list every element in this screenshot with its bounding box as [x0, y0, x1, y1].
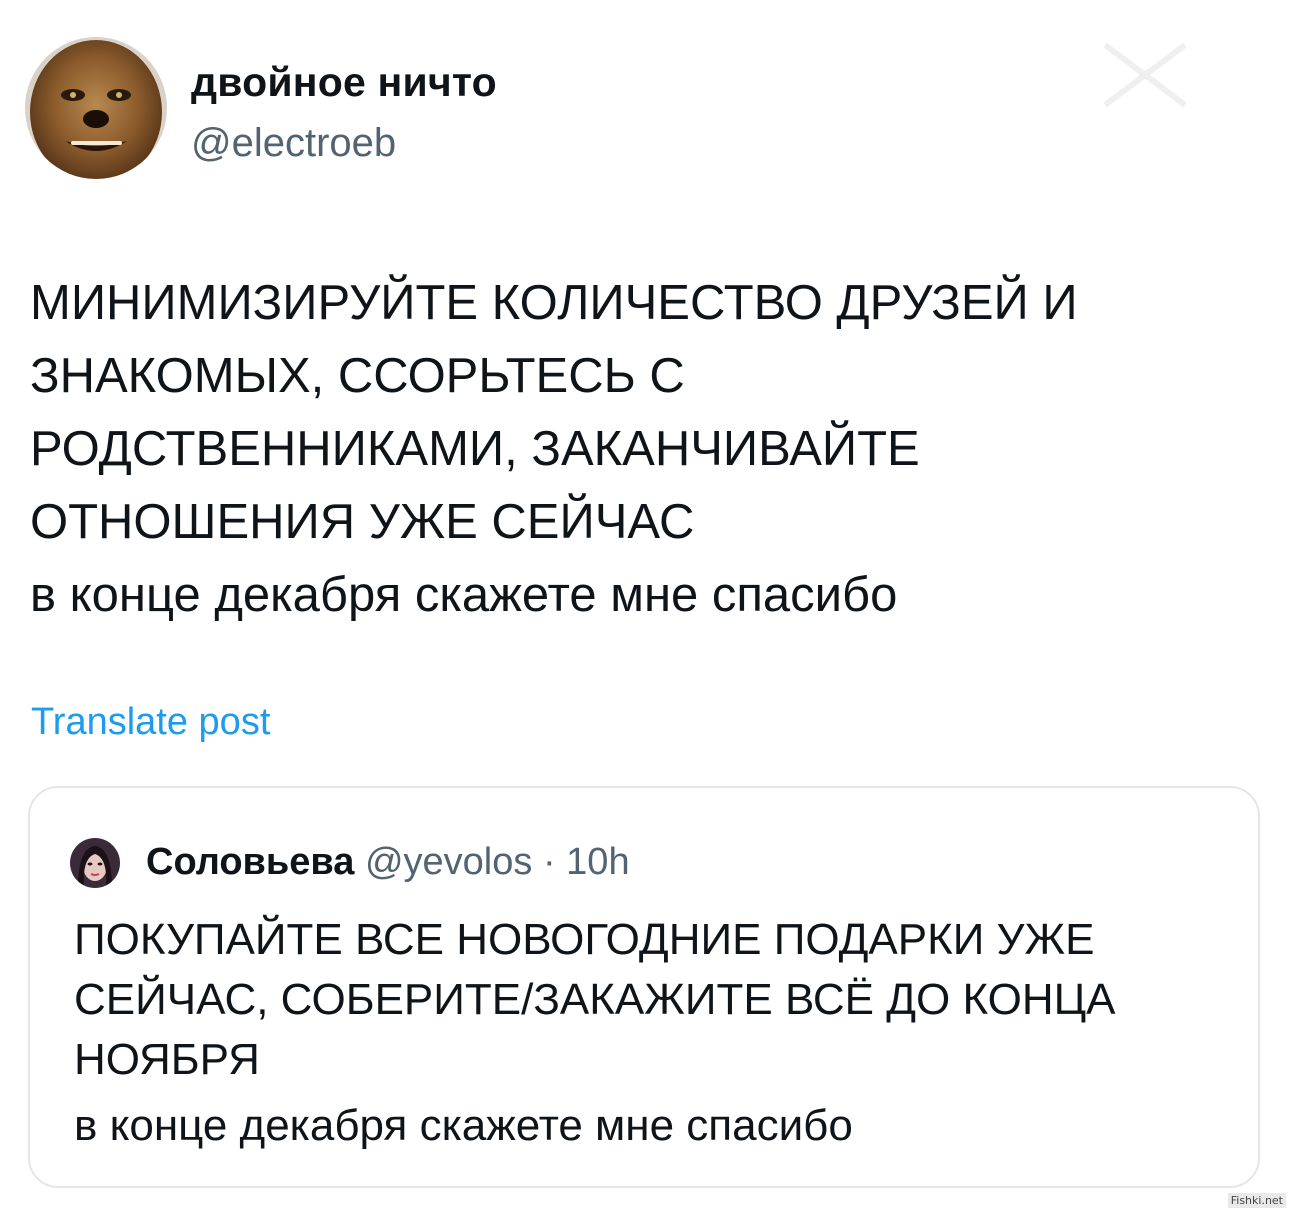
author-name[interactable]: двойное ничто: [191, 57, 497, 107]
post-text-tail: в конце декабря скажете мне спасибо: [30, 568, 898, 622]
quoted-author-name[interactable]: Соловьева: [146, 841, 354, 883]
author-avatar[interactable]: [25, 37, 167, 179]
watermark: Fishki.net: [1227, 1193, 1286, 1208]
post-text: МИНИМИЗИРУЙТЕ КОЛИЧЕСТВО ДРУЗЕЙ И ЗНАКОМ…: [30, 267, 1230, 632]
translate-post-link[interactable]: Translate post: [31, 698, 270, 746]
author-handle[interactable]: @electroeb: [191, 119, 396, 167]
quoted-post-text: ПОКУПАЙТЕ ВСЕ НОВОГОДНИЕ ПОДАРКИ УЖЕ СЕЙ…: [74, 910, 1234, 1156]
quoted-post-header: Соловьева @yevolos · 10h: [146, 836, 630, 888]
header-separator: ·: [542, 841, 556, 883]
quoted-post-time[interactable]: 10h: [566, 841, 629, 883]
quoted-text-main: ПОКУПАЙТЕ ВСЕ НОВОГОДНИЕ ПОДАРКИ УЖЕ СЕЙ…: [74, 915, 1116, 1084]
avatar-image: [25, 37, 167, 179]
quoted-author-handle[interactable]: @yevolos: [365, 841, 532, 883]
quoted-author-avatar[interactable]: [70, 838, 120, 888]
more-options-icon[interactable]: [1085, 30, 1205, 120]
post-text-main: МИНИМИЗИРУЙТЕ КОЛИЧЕСТВО ДРУЗЕЙ И ЗНАКОМ…: [30, 276, 1078, 549]
quoted-post-card[interactable]: Соловьева @yevolos · 10h ПОКУПАЙТЕ ВСЕ Н…: [28, 786, 1260, 1188]
quoted-avatar-image: [70, 838, 120, 888]
quoted-text-tail: в конце декабря скажете мне спасибо: [74, 1101, 853, 1150]
